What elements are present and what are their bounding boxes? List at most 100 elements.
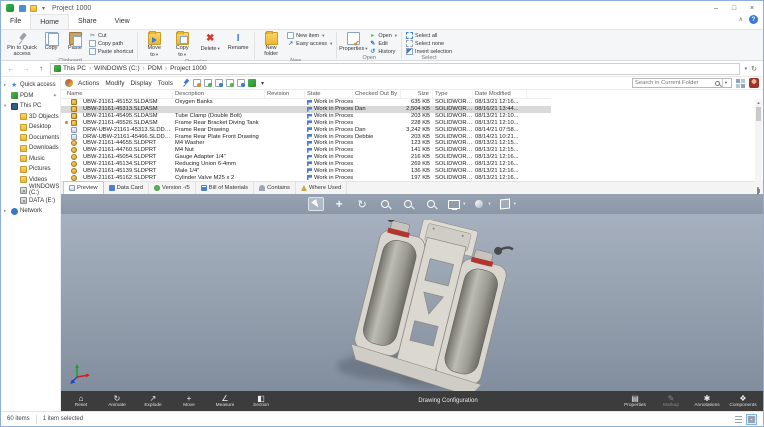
- open-button[interactable]: ▸Open▾: [367, 32, 399, 39]
- preview-tool-button[interactable]: ⌂ Reset: [63, 391, 99, 411]
- file-list-scrollbar[interactable]: ▲: [755, 99, 762, 190]
- sidebar-item[interactable]: WINDOWS (C:) ✦: [1, 185, 60, 196]
- pin-icon[interactable]: [182, 79, 190, 87]
- delete-button[interactable]: ✖ Delete▾: [196, 31, 224, 54]
- file-row[interactable]: UBW-21161-45152.SLDASM Oxygen Banks Work…: [61, 99, 551, 106]
- scroll-up-icon[interactable]: ▲: [755, 99, 762, 106]
- check-out-icon[interactable]: [193, 79, 201, 87]
- preview-tool-button[interactable]: ∠ Measure: [207, 391, 243, 411]
- get-version-icon[interactable]: [237, 79, 245, 87]
- move-to-button[interactable]: Move to▾: [140, 31, 168, 59]
- expand-chevron-icon[interactable]: ▸: [4, 208, 9, 214]
- pdm-menu[interactable]: Tools: [158, 80, 173, 87]
- address-dropdown-icon[interactable]: ▾: [745, 66, 748, 72]
- select-none-button[interactable]: Select none: [404, 40, 454, 47]
- zoom-in-out-tool[interactable]: [423, 197, 439, 211]
- preview-tab[interactable]: Preview: [63, 181, 104, 194]
- preview-panel-button[interactable]: ✱ Annotations: [689, 391, 725, 411]
- sidebar-item[interactable]: Documents ✦: [1, 133, 60, 144]
- undo-checkout-icon[interactable]: [215, 79, 223, 87]
- sidebar-item[interactable]: ▸ ★ Quick access ✦: [1, 80, 60, 91]
- zoom-fit-tool[interactable]: [400, 197, 416, 211]
- tool-dropdown-icon[interactable]: ▾: [514, 201, 516, 207]
- file-row[interactable]: DRW-UBW-21161-45466.SLDDRW Frame Rear Pl…: [61, 133, 551, 140]
- check-in-icon[interactable]: [204, 79, 212, 87]
- preview-tab[interactable]: Version -/5: [149, 182, 196, 194]
- up-button[interactable]: ↑: [35, 64, 47, 73]
- quick-access-folder-icon[interactable]: [30, 5, 37, 12]
- preview-tool-button[interactable]: ◧ Section: [243, 391, 279, 411]
- expand-chevron-icon[interactable]: ▾: [4, 103, 9, 109]
- pdm-menu[interactable]: Modify: [105, 80, 124, 87]
- copy-to-button[interactable]: Copy to▾: [168, 31, 196, 59]
- select-tool[interactable]: [308, 197, 324, 211]
- tool-dropdown-icon[interactable]: ▾: [488, 201, 490, 207]
- rotate-tool[interactable]: [354, 197, 370, 211]
- pdm-grid-icon[interactable]: [736, 79, 745, 88]
- preview-tab[interactable]: Contains: [254, 182, 296, 194]
- sidebar-item[interactable]: ▾ This PC ✦: [1, 101, 60, 112]
- column-header-revision[interactable]: Revision: [265, 90, 305, 98]
- preview-tab[interactable]: Where Used: [296, 182, 347, 194]
- sidebar-item[interactable]: Desktop ✦: [1, 122, 60, 133]
- ribbon-tab[interactable]: View: [106, 14, 139, 29]
- column-header-description[interactable]: Description: [173, 90, 265, 98]
- edit-button[interactable]: ✎Edit: [367, 40, 399, 47]
- copy-path-button[interactable]: Copy path: [87, 40, 135, 47]
- 3d-model[interactable]: [333, 220, 528, 391]
- display-style-tool[interactable]: [446, 197, 462, 211]
- breadcrumb-segment[interactable]: WINDOWS (C:)›: [94, 65, 145, 72]
- sidebar-item[interactable]: ▸ Network ✦: [1, 206, 60, 217]
- minimize-button[interactable]: –: [707, 2, 725, 15]
- refresh-icon[interactable]: ↻: [751, 65, 757, 73]
- file-row[interactable]: UBW-21161-44655.SLDPRT M4 Washer Work in…: [61, 140, 551, 147]
- properties-button[interactable]: Properties▾: [339, 31, 367, 54]
- quick-access-toolbar-icon[interactable]: [19, 5, 26, 12]
- appearances-tool[interactable]: [471, 197, 487, 211]
- file-row[interactable]: UBW-21161-45526.SLDASM Frame Rear Bracke…: [61, 119, 551, 126]
- preview-panel-button[interactable]: ❖ Components: [725, 391, 761, 411]
- search-box[interactable]: ▾: [632, 78, 732, 88]
- search-dropdown-icon[interactable]: ▾: [722, 79, 729, 87]
- file-row[interactable]: DRW-UBW-21161-45313.SLDDRW Frame Rear Dr…: [61, 126, 551, 133]
- customize-quick-access-icon[interactable]: ▾: [42, 5, 45, 12]
- preview-tool-button[interactable]: ↗ Explode: [135, 391, 171, 411]
- ribbon-tab[interactable]: Home: [30, 14, 69, 29]
- pdm-menu[interactable]: Display: [130, 80, 151, 87]
- file-row[interactable]: UBW-21161-45054.SLDPRT Gauge Adapter 1/4…: [61, 154, 551, 161]
- file-row[interactable]: UBW-21161-45162.SLDPRT Cylinder Valve M2…: [61, 174, 551, 181]
- preview-tab[interactable]: Bill of Materials: [196, 182, 254, 194]
- file-row[interactable]: UBW-21161-44760.SLDPRT M4 Nut Work in Pr…: [61, 147, 551, 154]
- thumbnail-view-toggle[interactable]: [746, 414, 757, 425]
- back-button[interactable]: ←: [5, 64, 17, 73]
- file-row[interactable]: UBW-21161-45313.SLDASM Work in Process D…: [61, 106, 551, 113]
- column-header-checked-out-by[interactable]: Checked Out By: [353, 90, 401, 98]
- paste-shortcut-button[interactable]: Paste shortcut: [87, 48, 135, 55]
- expand-preview-icon[interactable]: [757, 187, 759, 195]
- sidebar-item[interactable]: 3D Objects ✦: [1, 112, 60, 123]
- expand-chevron-icon[interactable]: ▸: [4, 82, 9, 88]
- user-avatar[interactable]: [749, 78, 759, 88]
- new-item-button[interactable]: New item▾: [285, 32, 334, 39]
- search-input[interactable]: [635, 80, 713, 86]
- breadcrumb[interactable]: This PC› WINDOWS (C:)› PDM› Project 1000: [50, 63, 740, 75]
- file-row[interactable]: UBW-21161-45495.SLDASM Tube Clamp (Doubl…: [61, 113, 551, 120]
- close-button[interactable]: ×: [743, 2, 761, 15]
- column-header-state[interactable]: State: [305, 90, 353, 98]
- invert-selection-button[interactable]: Invert selection: [404, 48, 454, 55]
- breadcrumb-segment[interactable]: This PC›: [63, 65, 91, 72]
- sidebar-item[interactable]: Downloads ✦: [1, 143, 60, 154]
- maximize-button[interactable]: □: [725, 2, 743, 15]
- sidebar-item[interactable]: Music ✦: [1, 154, 60, 165]
- pdm-menu[interactable]: Actions: [78, 80, 99, 87]
- column-header-name[interactable]: Name: [65, 90, 173, 98]
- copy-button[interactable]: Copy: [39, 31, 63, 53]
- column-header-date-modified[interactable]: Date Modified: [473, 90, 527, 98]
- help-icon[interactable]: ?: [749, 15, 758, 24]
- pdm-more-dropdown-icon[interactable]: ▾: [261, 80, 264, 87]
- rename-button[interactable]: I Rename: [224, 31, 252, 53]
- preview-panel-button[interactable]: ▤ Properties: [617, 391, 653, 411]
- preview-tool-button[interactable]: ↻ Animate: [99, 391, 135, 411]
- cut-button[interactable]: ✂Cut: [87, 32, 135, 39]
- pan-tool[interactable]: [331, 197, 347, 211]
